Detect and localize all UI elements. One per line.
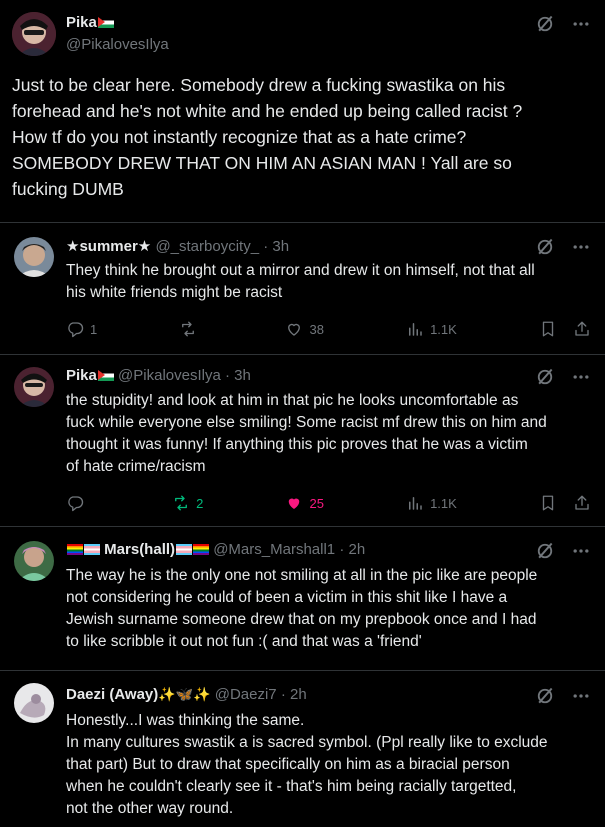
sparkles-butterfly-emoji: ✨🦋✨ <box>158 686 211 702</box>
author-handle[interactable]: @_starboycity_ <box>155 238 259 255</box>
author-handle[interactable]: @PikalovesIlya <box>66 36 169 53</box>
like-icon <box>285 494 303 512</box>
avatar[interactable] <box>12 12 56 56</box>
post-text: Just to be clear here. Somebody drew a f… <box>12 75 523 199</box>
reply-icon <box>66 320 84 338</box>
views-icon <box>406 494 424 512</box>
author-handle[interactable]: @Daezi7 <box>215 686 277 703</box>
like-button[interactable]: 25 <box>285 494 324 512</box>
grok-icon[interactable] <box>535 367 555 387</box>
author-name[interactable]: ★summer★ <box>66 238 151 255</box>
grok-icon[interactable] <box>535 14 555 34</box>
author-handle[interactable]: @PikalovesIlya <box>118 367 221 384</box>
trans-flag-icon <box>84 544 100 555</box>
grok-icon[interactable] <box>535 541 555 561</box>
post-time[interactable]: · 2h <box>281 686 307 703</box>
views-button[interactable]: 1.1K <box>406 494 457 512</box>
more-icon[interactable] <box>571 237 591 257</box>
views-icon <box>406 320 424 338</box>
more-icon[interactable] <box>571 541 591 561</box>
post-time[interactable]: · 2h <box>339 541 365 558</box>
avatar[interactable] <box>14 683 54 723</box>
reply-icon <box>66 494 84 512</box>
grok-icon[interactable] <box>535 237 555 257</box>
reply-text: They think he brought out a mirror and d… <box>66 262 535 301</box>
author-handle[interactable]: @Mars_Marshall1 <box>213 541 335 558</box>
like-button[interactable]: 38 <box>285 320 324 338</box>
reply-button[interactable] <box>66 494 90 512</box>
palestine-flag-icon <box>97 370 114 381</box>
bookmark-icon[interactable] <box>539 320 557 338</box>
repost-icon <box>172 494 190 512</box>
repost-button[interactable] <box>179 320 203 338</box>
repost-icon <box>179 320 197 338</box>
author-name[interactable]: Mars(hall) <box>104 541 175 558</box>
reply-tweet[interactable]: Mars(hall) @Mars_Marshall1 · 2h The way … <box>0 527 605 671</box>
author-name[interactable]: Pika <box>66 367 97 384</box>
share-icon[interactable] <box>573 494 591 512</box>
avatar[interactable] <box>14 367 54 407</box>
grok-icon[interactable] <box>535 686 555 706</box>
more-icon[interactable] <box>571 367 591 387</box>
rainbow-flag-icon <box>67 544 83 555</box>
reply-tweet[interactable]: Pika @PikalovesIlya · 3h the stupidity! … <box>0 355 605 527</box>
palestine-flag-icon <box>97 17 114 28</box>
reply-text: the stupidity! and look at him in that p… <box>66 392 547 475</box>
main-post[interactable]: Pika @PikalovesIlya Just to be clear her… <box>0 0 605 223</box>
post-time[interactable]: · 3h <box>263 238 289 255</box>
bookmark-icon[interactable] <box>539 494 557 512</box>
avatar[interactable] <box>14 541 54 581</box>
reply-button[interactable]: 1 <box>66 320 97 338</box>
post-time[interactable]: · 3h <box>225 367 251 384</box>
like-icon <box>285 320 303 338</box>
views-button[interactable]: 1.1K <box>406 320 457 338</box>
avatar[interactable] <box>14 237 54 277</box>
rainbow-flag-icon <box>193 544 210 555</box>
more-icon[interactable] <box>571 686 591 706</box>
share-icon[interactable] <box>573 320 591 338</box>
repost-button[interactable]: 2 <box>172 494 203 512</box>
more-icon[interactable] <box>571 14 591 34</box>
reply-tweet[interactable]: Daezi (Away)✨🦋✨ @Daezi7 · 2h Honestly...… <box>0 671 605 827</box>
reply-text: The way he is the only one not smiling a… <box>66 567 538 650</box>
reply-tweet[interactable]: ★summer★ @_starboycity_ · 3h They think … <box>0 223 605 355</box>
trans-flag-icon <box>176 544 193 555</box>
reply-text: Honestly...I was thinking the same. In m… <box>66 712 548 817</box>
author-name[interactable]: Daezi (Away) <box>66 686 158 703</box>
author-name[interactable]: Pika <box>66 14 97 31</box>
